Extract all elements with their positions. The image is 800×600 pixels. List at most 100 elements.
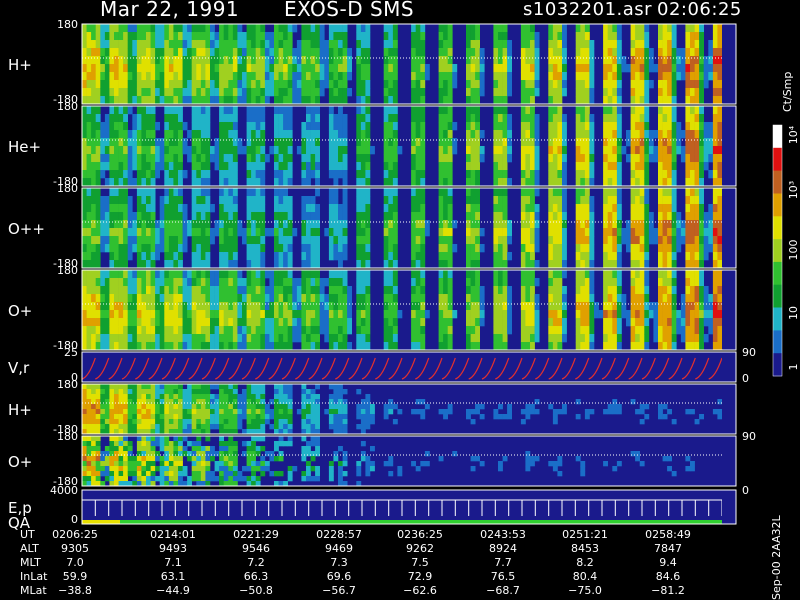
heatmap-cell bbox=[502, 286, 508, 295]
heatmap-cell bbox=[616, 40, 622, 49]
heatmap-cell bbox=[520, 122, 526, 131]
heatmap-cell bbox=[662, 88, 668, 97]
heatmap-cell bbox=[196, 96, 202, 105]
heatmap-cell bbox=[123, 196, 128, 205]
heatmap-cell bbox=[118, 466, 124, 472]
heatmap-cell bbox=[584, 342, 590, 351]
heatmap-cell bbox=[191, 114, 197, 123]
heatmap-cell bbox=[315, 310, 320, 319]
heatmap-cell bbox=[365, 394, 371, 400]
heatmap-cell bbox=[251, 326, 256, 335]
heatmap-cell bbox=[168, 196, 174, 205]
heatmap-cell bbox=[155, 32, 160, 41]
heatmap-cell bbox=[534, 40, 540, 49]
heatmap-cell bbox=[507, 40, 512, 49]
heatmap-cell bbox=[708, 236, 714, 245]
heatmap-cell bbox=[301, 244, 307, 253]
heatmap-cell bbox=[644, 310, 650, 319]
heatmap-cell bbox=[196, 424, 202, 430]
heatmap-cell bbox=[680, 310, 686, 319]
heatmap-cell bbox=[498, 286, 503, 295]
heatmap-cell bbox=[100, 461, 106, 467]
heatmap-cell bbox=[466, 96, 471, 105]
heatmap-cell bbox=[685, 244, 691, 253]
heatmap-cell bbox=[118, 342, 124, 351]
heatmap-cell bbox=[118, 384, 124, 390]
heatmap-cell bbox=[392, 326, 398, 335]
heatmap-cell bbox=[223, 286, 229, 295]
heatmap-cell bbox=[383, 96, 389, 105]
heatmap-cell bbox=[127, 162, 133, 171]
heatmap-cell bbox=[95, 106, 101, 115]
heatmap-cell bbox=[443, 236, 448, 245]
heatmap-cell bbox=[278, 188, 284, 197]
heatmap-cell bbox=[146, 32, 151, 41]
heatmap-cell bbox=[86, 342, 92, 351]
heatmap-cell bbox=[493, 162, 499, 171]
heatmap-cell bbox=[712, 294, 718, 303]
heatmap-cell bbox=[319, 48, 325, 57]
heatmap-cell bbox=[296, 40, 302, 49]
heatmap-cell bbox=[155, 56, 160, 65]
heatmap-cell bbox=[493, 196, 499, 205]
heatmap-cell bbox=[360, 414, 366, 420]
heatmap-cell bbox=[443, 334, 448, 343]
heatmap-cell bbox=[319, 326, 325, 335]
heatmap-cell bbox=[210, 96, 215, 105]
heatmap-cell bbox=[534, 88, 540, 97]
heatmap-cell bbox=[310, 404, 316, 410]
heatmap-cell bbox=[644, 162, 650, 171]
heatmap-cell bbox=[310, 389, 316, 395]
heatmap-cell bbox=[109, 461, 115, 467]
heatmap-cell bbox=[338, 394, 343, 400]
heatmap-cell bbox=[717, 122, 723, 131]
heatmap-cell bbox=[200, 278, 206, 287]
heatmap-cell bbox=[534, 122, 540, 131]
heatmap-cell bbox=[214, 40, 220, 49]
heatmap-cell bbox=[580, 24, 586, 33]
heatmap-cell bbox=[667, 270, 672, 279]
heatmap-cell bbox=[575, 146, 581, 155]
heatmap-cell bbox=[150, 40, 156, 49]
heatmap-cell bbox=[91, 244, 96, 253]
heatmap-cell bbox=[196, 278, 202, 287]
heatmap-cell bbox=[214, 302, 220, 311]
heatmap-cell bbox=[324, 409, 330, 415]
heatmap-cell bbox=[470, 244, 476, 253]
heatmap-cell bbox=[127, 270, 133, 279]
heatmap-cell bbox=[639, 130, 645, 139]
heatmap-cell bbox=[493, 88, 499, 97]
heatmap-cell bbox=[223, 80, 229, 89]
heatmap-cell bbox=[214, 56, 220, 65]
heatmap-cell bbox=[178, 436, 183, 442]
heatmap-cell bbox=[493, 334, 499, 343]
heatmap-cell bbox=[136, 394, 142, 400]
heatmap-cell bbox=[132, 64, 138, 73]
heatmap-cell bbox=[173, 178, 179, 187]
heatmap-cell bbox=[283, 204, 288, 213]
heatmap-cell bbox=[301, 80, 307, 89]
heatmap-cell bbox=[141, 114, 147, 123]
heatmap-cell bbox=[443, 286, 448, 295]
heatmap-cell bbox=[680, 334, 686, 343]
heatmap-cell bbox=[630, 334, 636, 343]
heatmap-cell bbox=[118, 476, 124, 482]
heatmap-cell bbox=[589, 146, 595, 155]
heatmap-cell bbox=[255, 419, 261, 425]
heatmap-cell bbox=[356, 96, 362, 105]
heatmap-cell bbox=[187, 404, 192, 410]
heatmap-cell bbox=[475, 204, 480, 213]
heatmap-cell bbox=[662, 236, 668, 245]
heatmap-cell bbox=[274, 72, 279, 81]
heatmap-cell bbox=[246, 310, 252, 319]
heatmap-cell bbox=[232, 130, 238, 139]
heatmap-cell bbox=[694, 204, 700, 213]
heatmap-cell bbox=[178, 286, 183, 295]
heatmap-cell bbox=[310, 419, 316, 425]
heatmap-cell bbox=[447, 278, 453, 287]
heatmap-cell bbox=[420, 399, 426, 405]
heatmap-cell bbox=[712, 252, 718, 261]
heatmap-cell bbox=[338, 384, 343, 390]
heatmap-cell bbox=[635, 154, 640, 163]
heatmap-cell bbox=[123, 342, 128, 351]
